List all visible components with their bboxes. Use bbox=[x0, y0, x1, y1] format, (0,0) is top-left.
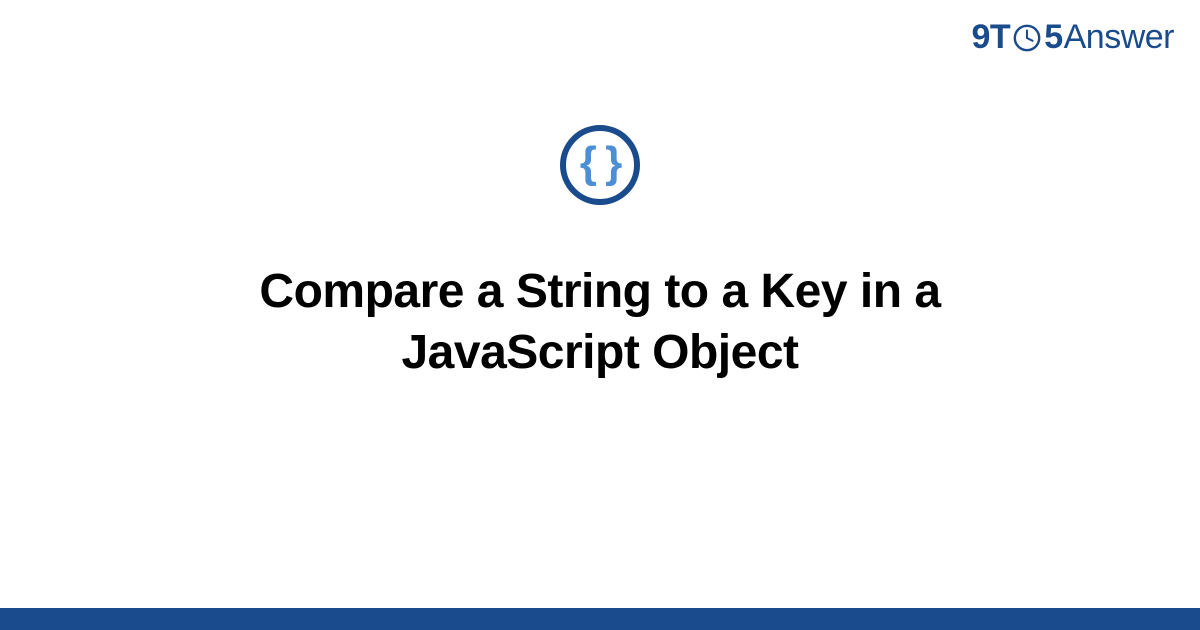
main-content: { } Compare a String to a Key in a JavaS… bbox=[0, 125, 1200, 384]
braces-icon: { } bbox=[580, 141, 620, 185]
logo-text-t: T bbox=[990, 18, 1010, 57]
category-code-icon: { } bbox=[560, 125, 640, 205]
logo-text-5: 5 bbox=[1044, 18, 1062, 57]
clock-icon bbox=[1011, 22, 1043, 54]
footer-accent-bar bbox=[0, 608, 1200, 630]
page-title: Compare a String to a Key in a JavaScrip… bbox=[150, 261, 1050, 384]
logo-text-9: 9 bbox=[972, 18, 990, 57]
brand-logo[interactable]: 9 T 5 Answer bbox=[972, 18, 1175, 57]
logo-text-answer: Answer bbox=[1064, 18, 1174, 57]
